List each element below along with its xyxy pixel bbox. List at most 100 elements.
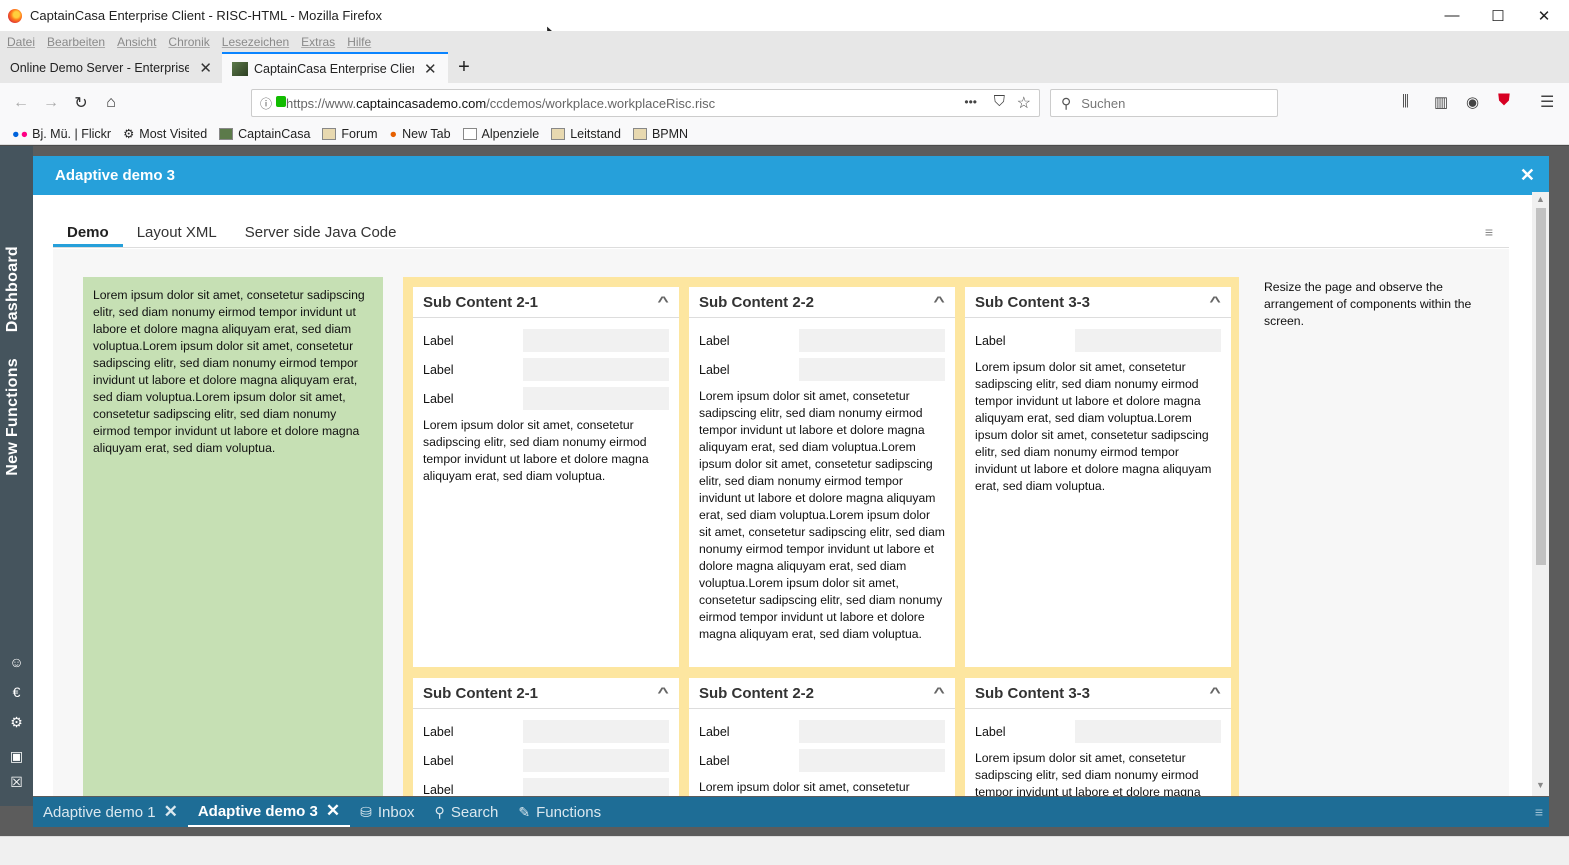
bottom-menu-icon[interactable]: ≡ (1535, 804, 1543, 820)
reload-button[interactable]: ↻ (66, 88, 96, 118)
vertical-scrollbar[interactable]: ▲ ▼ (1532, 192, 1549, 796)
text-field[interactable] (799, 329, 945, 352)
tab-server-java-code[interactable]: Server side Java Code (231, 224, 411, 247)
close-tab-icon[interactable]: ✕ (424, 60, 437, 78)
workplace-tab-adaptive-demo-3[interactable]: Adaptive demo 3 ✕ (187, 797, 351, 827)
gears-icon[interactable]: ⚙ (8, 714, 25, 731)
close-tab-icon[interactable]: ✕ (199, 59, 212, 77)
bookmark-label: BPMN (651, 126, 689, 141)
browser-tab-online-demo[interactable]: Online Demo Server - Enterprise Cli ✕ (0, 52, 222, 83)
bookmark-most-visited[interactable]: ⚙ Most Visited (123, 126, 207, 142)
tab-menu-icon[interactable]: ≡ (1485, 224, 1493, 240)
briefcase-icon[interactable]: ▣ (8, 748, 25, 765)
text-field[interactable] (1075, 329, 1221, 352)
browser-tab-label: Online Demo Server - Enterprise Cli (10, 60, 190, 75)
hamburger-menu-icon[interactable]: ☰ (1540, 92, 1554, 112)
minimize-button[interactable]: — (1429, 0, 1475, 31)
workplace-search[interactable]: ⚲ Search (425, 797, 509, 827)
bookmark-captaincasa[interactable]: CaptainCasa (219, 127, 310, 141)
shield-icon[interactable]: ⛊ (1498, 92, 1510, 110)
close-icon[interactable]: ✕ (326, 801, 340, 821)
workplace-functions[interactable]: ✎ Functions (508, 797, 611, 827)
menu-extras[interactable]: Extras (301, 35, 335, 49)
bookmark-new-tab[interactable]: ● New Tab (390, 127, 451, 141)
smiley-icon[interactable]: ☺ (8, 654, 25, 670)
tab-layout-xml[interactable]: Layout XML (123, 224, 231, 247)
back-button[interactable]: ← (6, 88, 36, 118)
sidebar-dashboard[interactable]: Dashboard (4, 246, 22, 332)
field-label: Label (423, 753, 454, 768)
new-tab-button[interactable]: + (448, 52, 480, 83)
browser-status-bar (0, 836, 1569, 865)
text-field[interactable] (523, 749, 669, 772)
text-field[interactable] (799, 358, 945, 381)
close-icon[interactable]: ✕ (164, 802, 178, 822)
hint-text: Resize the page and observe the arrangem… (1264, 280, 1472, 328)
bookmark-alpenziele[interactable]: Alpenziele (462, 127, 539, 141)
scroll-down-icon[interactable]: ▼ (1536, 780, 1545, 790)
text-field[interactable] (523, 720, 669, 743)
forward-button[interactable]: → (36, 88, 66, 118)
text-field[interactable] (523, 387, 669, 410)
bookmark-bpmn[interactable]: BPMN (632, 126, 689, 141)
page-actions-icon[interactable]: ••• (964, 95, 977, 109)
text-field[interactable] (799, 749, 945, 772)
workplace-inbox[interactable]: ⛁ Inbox (350, 797, 424, 827)
chevron-up-icon[interactable]: ^ (933, 684, 944, 700)
workplace-tab-label: Functions (536, 803, 602, 821)
url-path: /ccdemos/workplace.workplaceRisc.risc (486, 95, 716, 111)
library-icon[interactable]: ⫼ (1402, 93, 1409, 110)
chevron-up-icon[interactable]: ^ (1209, 293, 1220, 309)
tab-demo[interactable]: Demo (53, 224, 123, 247)
bookmark-forum[interactable]: Forum (322, 127, 378, 141)
field-label: Label (975, 333, 1006, 348)
euro-icon[interactable]: € (8, 684, 25, 700)
flickr-icon: ● (12, 126, 20, 141)
sidebar-toggle-icon[interactable]: ▥ (1434, 93, 1448, 111)
menu-bearbeiten[interactable]: Bearbeiten (47, 35, 105, 49)
text-field[interactable] (799, 720, 945, 743)
dialog-tabs: Demo Layout XML Server side Java Code ≡ (53, 216, 1509, 248)
menu-chronik[interactable]: Chronik (168, 35, 209, 49)
text-field[interactable] (1075, 720, 1221, 743)
window-title: CaptainCasa Enterprise Client - RISC-HTM… (30, 8, 383, 23)
maximize-button[interactable]: ☐ (1475, 0, 1521, 31)
account-icon[interactable]: ◉ (1466, 93, 1479, 111)
text-field[interactable] (523, 778, 669, 796)
url-bar[interactable]: ⓘ https://www.captaincasademo.com/ccdemo… (251, 89, 1040, 117)
chevron-up-icon[interactable]: ^ (933, 293, 944, 309)
pocket-icon[interactable]: ⛉ (994, 93, 1005, 110)
close-box-icon[interactable]: ☒ (8, 774, 25, 791)
home-button[interactable]: ⌂ (96, 88, 126, 118)
bookmark-leitstand[interactable]: Leitstand (551, 127, 621, 141)
sidebar-new-functions[interactable]: New Functions (4, 358, 22, 476)
scroll-up-icon[interactable]: ▲ (1536, 194, 1545, 204)
field-label: Label (423, 362, 454, 377)
card-header: Sub Content 2-1 ^ (413, 287, 679, 318)
field-label: Label (699, 362, 730, 377)
menu-lesezeichen[interactable]: Lesezeichen (222, 35, 289, 49)
search-input[interactable]: ⚲ Suchen (1050, 89, 1278, 117)
chevron-up-icon[interactable]: ^ (1209, 684, 1220, 700)
text-field[interactable] (523, 358, 669, 381)
bookmark-flickr[interactable]: ● ● Bj. Mü. | Flickr (12, 127, 111, 141)
bookmark-star-icon[interactable]: ☆ (1017, 93, 1031, 113)
scrollbar-thumb[interactable] (1536, 208, 1546, 565)
browser-tab-captaincasa[interactable]: CaptainCasa Enterprise Client - ✕ (222, 52, 448, 83)
menu-hilfe[interactable]: Hilfe (347, 35, 371, 49)
menu-ansicht[interactable]: Ansicht (117, 35, 156, 49)
workplace-tab-adaptive-demo-1[interactable]: Adaptive demo 1 ✕ (33, 797, 188, 827)
dialog-adaptive-demo-3: Adaptive demo 3 ✕ Demo Layout XML Server… (33, 156, 1549, 796)
close-window-button[interactable]: ✕ (1521, 0, 1567, 31)
info-icon[interactable]: ⓘ (260, 95, 272, 112)
bookmark-label: Leitstand (570, 126, 621, 141)
dialog-close-icon[interactable]: ✕ (1520, 165, 1535, 186)
chevron-up-icon[interactable]: ^ (657, 684, 668, 700)
search-icon: ⚲ (434, 803, 445, 820)
chevron-up-icon[interactable]: ^ (657, 293, 668, 309)
form-row: Label (413, 326, 679, 355)
text-field[interactable] (523, 329, 669, 352)
menu-datei[interactable]: Datei (7, 35, 35, 49)
search-icon: ⚲ (1061, 94, 1072, 111)
dialog-header: Adaptive demo 3 ✕ (33, 156, 1549, 195)
